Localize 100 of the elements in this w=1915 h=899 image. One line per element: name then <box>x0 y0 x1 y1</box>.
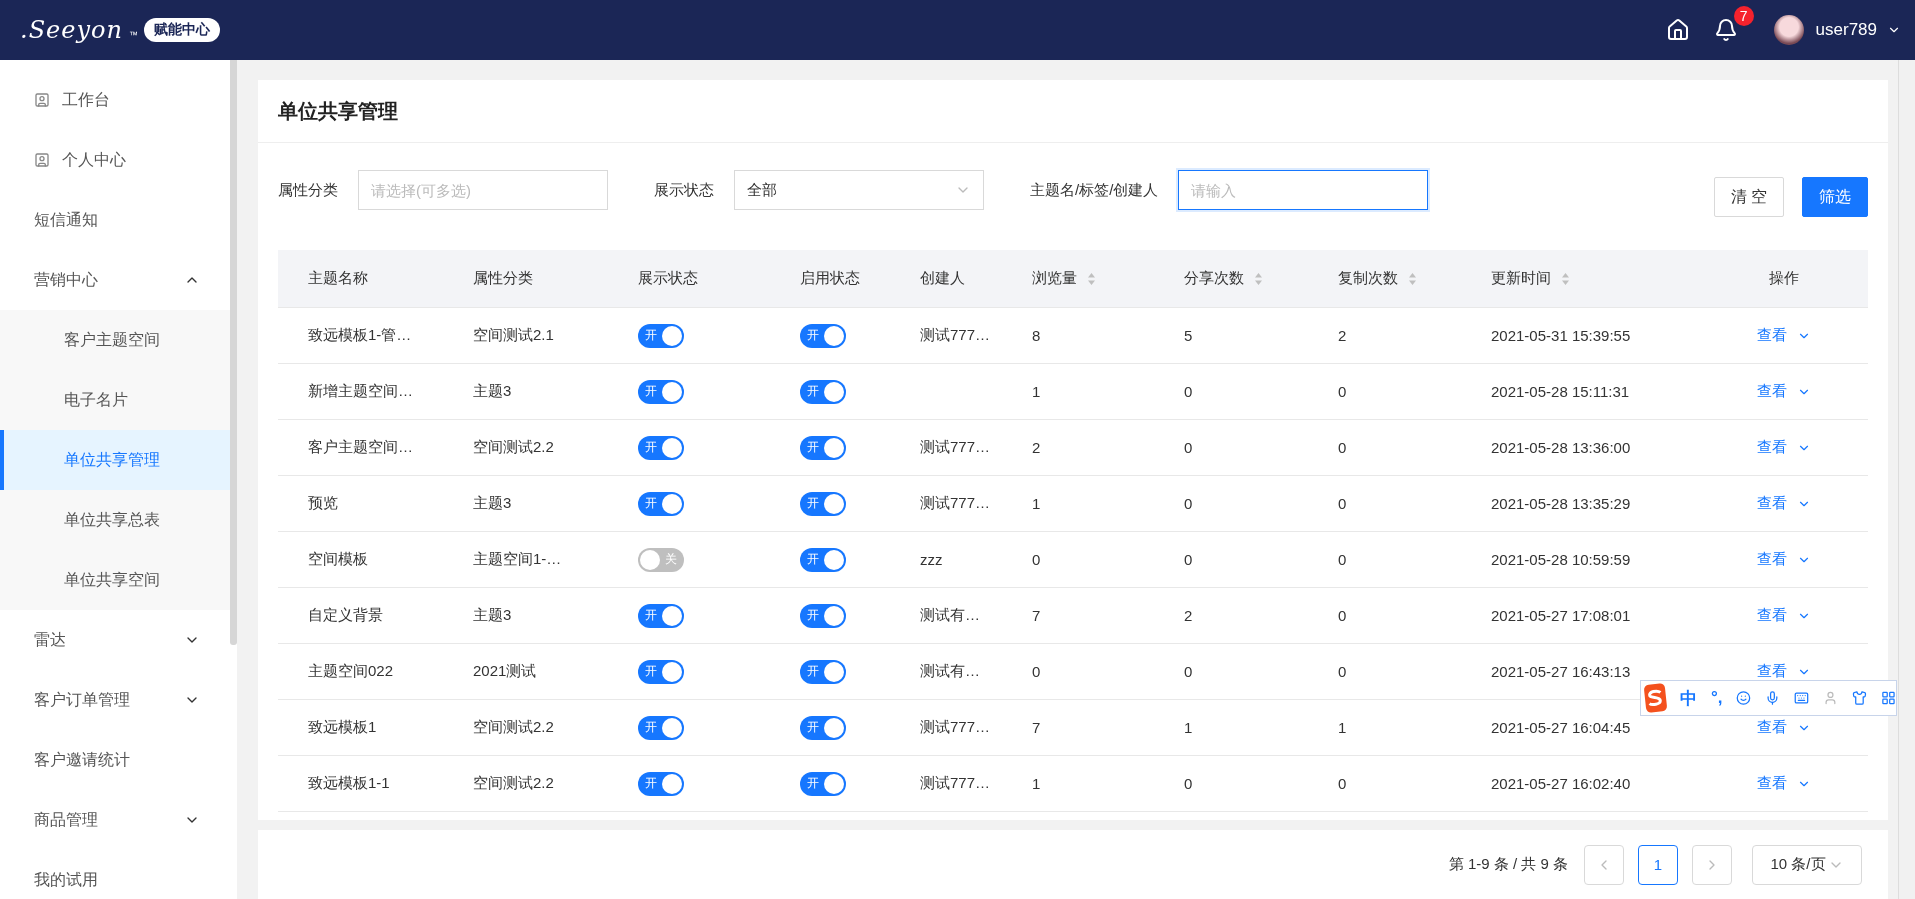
table-cell-text: 0 <box>1337 663 1348 680</box>
sidebar-item[interactable]: 客户主题空间 <box>0 310 230 370</box>
view-link[interactable]: 查看 <box>1757 774 1811 793</box>
table-cell-text: 2021-05-28 13:35:29 <box>1490 495 1632 512</box>
ime-mode-label[interactable]: 中 <box>1679 686 1697 710</box>
table-cell-text: 0 <box>1337 495 1348 512</box>
view-link[interactable]: 查看 <box>1757 606 1811 625</box>
toggle-switch[interactable]: 开 <box>638 435 684 460</box>
table-cell-text: 空间测试2.1 <box>472 326 555 345</box>
table-cell-text: 5 <box>1183 327 1194 344</box>
table-cell-text: 预览 <box>307 494 339 513</box>
table-cell-text: 空间模板 <box>307 550 369 569</box>
column-header: 操作 <box>1769 269 1799 288</box>
select-field[interactable]: 全部 <box>734 170 984 210</box>
page-button[interactable]: 1 <box>1638 844 1678 885</box>
toggle-switch[interactable]: 开 <box>800 323 846 348</box>
notification-count: 7 <box>1733 6 1754 26</box>
trademark-mark: ™ <box>128 30 138 40</box>
page-size-select[interactable]: 10 条/页 <box>1752 844 1862 885</box>
toggle-switch[interactable]: 开 <box>638 603 684 628</box>
table-cell-text: 客户主题空间… <box>307 438 414 457</box>
toggle-switch[interactable]: 开 <box>800 603 846 628</box>
column-header: 创建人 <box>920 269 965 288</box>
shirt-icon[interactable] <box>1852 688 1868 708</box>
table-cell-text: 空间测试2.2 <box>472 774 555 793</box>
scrollbar[interactable] <box>230 60 237 645</box>
filter-button[interactable]: 筛选 <box>1802 177 1868 217</box>
bell-icon[interactable] <box>1713 18 1738 42</box>
toggle-switch[interactable]: 开 <box>800 771 846 796</box>
sidebar-item[interactable]: 电子名片 <box>0 370 230 430</box>
smile-icon[interactable] <box>1736 688 1752 708</box>
table-cell-text: 0 <box>1337 439 1348 456</box>
toggle-switch[interactable]: 开 <box>638 771 684 796</box>
table-cell-text: 1 <box>1031 383 1042 400</box>
table-cell-text: 主题3 <box>472 382 513 401</box>
avatar[interactable] <box>1773 15 1804 45</box>
table-cell-text: 空间测试2.2 <box>472 718 555 737</box>
table-cell-text: 2021-05-28 10:59:59 <box>1490 551 1632 568</box>
home-icon[interactable] <box>1665 18 1690 42</box>
table-cell-text: 测试777… <box>919 774 992 793</box>
table-cell-text: 2 <box>1337 327 1348 344</box>
clear-button[interactable]: 清 空 <box>1713 177 1784 217</box>
column-header[interactable]: 分享次数 <box>1184 269 1263 288</box>
ime-mode-label[interactable]: °, <box>1710 688 1723 708</box>
sidebar-item[interactable]: 单位共享空间 <box>0 550 230 610</box>
table-cell-text: 主题空间1-… <box>472 550 563 569</box>
ime-logo-icon[interactable] <box>1643 683 1668 713</box>
user-card-icon <box>34 92 50 108</box>
table-cell-text: 致远模板1-1 <box>307 774 391 793</box>
sidebar-item[interactable]: 单位共享总表 <box>0 490 230 550</box>
toggle-switch[interactable]: 开 <box>800 659 846 684</box>
table-cell-text: 0 <box>1337 775 1348 792</box>
logo: .Seeyon <box>20 16 123 44</box>
column-header[interactable]: 更新时间 <box>1491 269 1570 288</box>
table-cell-text: 测试777… <box>919 718 992 737</box>
toggle-switch[interactable]: 开 <box>800 547 846 572</box>
table-cell-text: 1 <box>1031 495 1042 512</box>
table-cell-text: 7 <box>1031 719 1042 736</box>
column-header[interactable]: 复制次数 <box>1338 269 1417 288</box>
table-cell-text: 0 <box>1031 551 1042 568</box>
table-cell-text: 测试有… <box>919 662 981 681</box>
toggle-switch[interactable]: 开 <box>800 491 846 516</box>
table-cell-text: 2021-05-27 16:04:45 <box>1490 719 1632 736</box>
toggle-switch[interactable]: 开 <box>638 659 684 684</box>
table-cell-text: 主题3 <box>472 606 513 625</box>
view-link[interactable]: 查看 <box>1757 382 1811 401</box>
table-cell-text: 0 <box>1337 607 1348 624</box>
table-cell-text: 测试777… <box>919 438 992 457</box>
table-cell-text: 测试777… <box>919 494 992 513</box>
view-link[interactable]: 查看 <box>1757 494 1811 513</box>
view-link[interactable]: 查看 <box>1757 326 1811 345</box>
filter-label: 展示状态 <box>654 180 714 200</box>
table-cell-text: 测试777… <box>919 326 992 345</box>
table-cell-text: 1 <box>1183 719 1194 736</box>
filter-label: 主题名/标签/创建人 <box>1030 180 1159 200</box>
view-link[interactable]: 查看 <box>1757 550 1811 569</box>
center-badge: 赋能中心 <box>143 18 220 42</box>
table-cell-text: 测试有… <box>919 606 981 625</box>
column-header: 属性分类 <box>473 269 533 288</box>
view-link[interactable]: 查看 <box>1757 718 1811 737</box>
sidebar-item[interactable]: 单位共享管理 <box>0 430 230 490</box>
table-cell-text: 0 <box>1031 663 1042 680</box>
toggle-switch[interactable]: 开 <box>638 715 684 740</box>
column-header: 展示状态 <box>638 269 698 288</box>
input-field[interactable]: 请输入 <box>1178 170 1429 210</box>
toggle-switch[interactable]: 开 <box>638 379 684 404</box>
table-cell-text: 2021-05-28 15:11:31 <box>1490 383 1631 400</box>
table-cell-text: 空间测试2.2 <box>472 438 555 457</box>
table-cell-text: 0 <box>1337 383 1348 400</box>
view-link[interactable]: 查看 <box>1757 662 1811 681</box>
table-cell-text: zzz <box>919 551 944 568</box>
toggle-switch[interactable]: 开 <box>800 379 846 404</box>
toggle-switch[interactable]: 开 <box>800 715 846 740</box>
column-header[interactable]: 浏览量 <box>1032 269 1096 288</box>
table-cell-text: 2021测试 <box>472 662 538 681</box>
toggle-switch[interactable]: 开 <box>638 323 684 348</box>
view-link[interactable]: 查看 <box>1757 438 1811 457</box>
toggle-switch[interactable]: 开 <box>800 435 846 460</box>
user-name[interactable]: user789 <box>1815 20 1877 40</box>
toggle-switch[interactable]: 开 <box>638 491 684 516</box>
